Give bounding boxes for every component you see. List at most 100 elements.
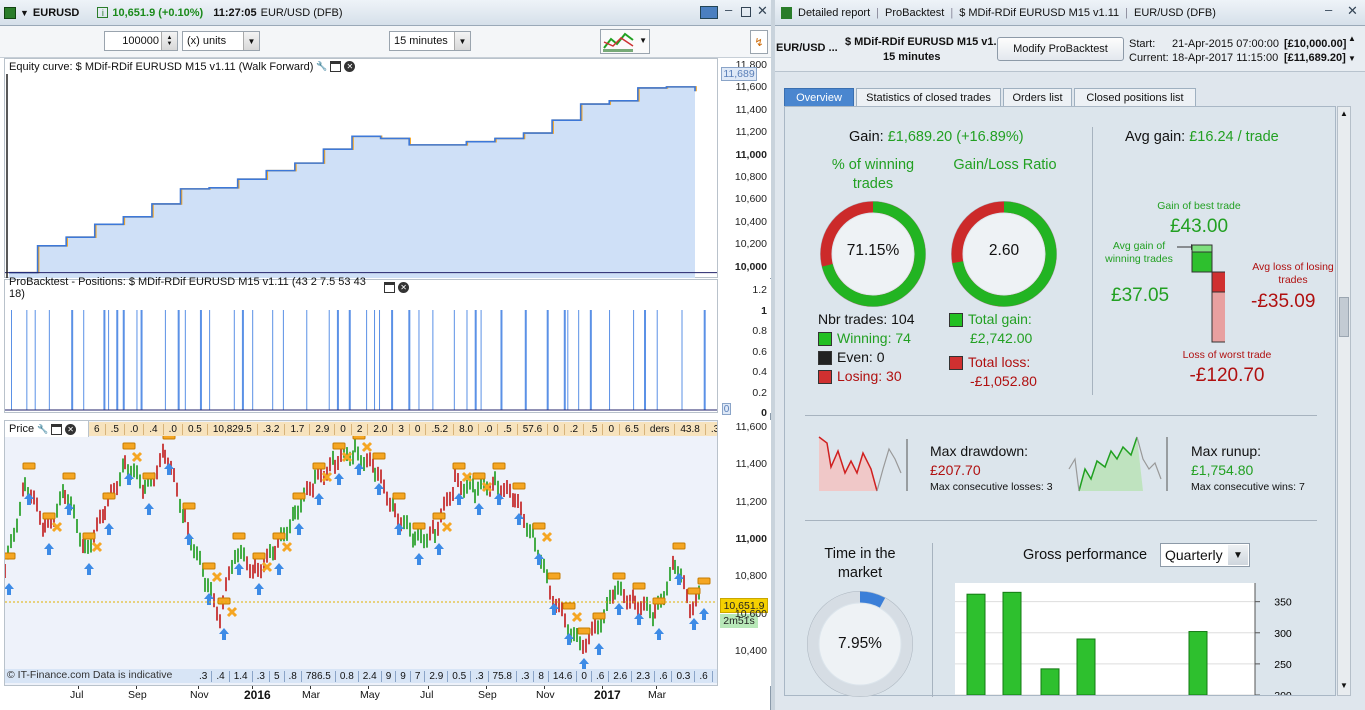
symbol-market: EUR/USD (DFB) xyxy=(260,6,343,19)
close-panel-icon[interactable]: ✕ xyxy=(398,282,409,293)
position-bar xyxy=(500,310,503,410)
units-select[interactable]: (x) units ▼ xyxy=(182,31,260,51)
position-bar xyxy=(453,310,455,410)
tab-statistics[interactable]: Statistics of closed trades xyxy=(856,88,1001,106)
avg-loss-value: -£35.09 xyxy=(1251,291,1316,312)
buy-arrow-icon xyxy=(5,583,14,595)
close-icon[interactable]: ✕ xyxy=(1347,3,1358,19)
scroll-thumb[interactable] xyxy=(1339,297,1349,337)
vertical-scrollbar[interactable]: ▲ ▼ xyxy=(1337,106,1351,696)
axis-tick-label: 1 xyxy=(761,304,767,317)
chevron-down-icon[interactable]: ▼ xyxy=(243,32,259,50)
volume-value: .3 xyxy=(471,670,489,682)
tab-overview[interactable]: Overview xyxy=(784,88,854,106)
buy-arrow-icon xyxy=(44,543,54,555)
position-bar xyxy=(524,310,527,410)
volume-value: 75.8 xyxy=(489,670,517,682)
close-panel-icon[interactable]: ✕ xyxy=(344,61,356,72)
scroll-down-icon[interactable]: ▼ xyxy=(1340,681,1348,690)
window-icon[interactable] xyxy=(330,61,342,72)
axis-tick-label: 10,600 xyxy=(734,193,767,206)
side-panel-toggle-icon[interactable]: ↯ xyxy=(750,30,768,54)
close-icon[interactable]: ✕ xyxy=(757,3,768,19)
report-header: EUR/USD ... $ MDif-RDif EURUSD M15 v1.11… xyxy=(775,26,1365,72)
buy-arrow-icon xyxy=(294,523,304,535)
scroll-up-icon[interactable]: ▲ xyxy=(1348,34,1356,43)
quantity-stepper-icon[interactable]: ▲ ▼ xyxy=(161,32,177,50)
sell-order-marker xyxy=(547,572,561,580)
indicator-tool-button[interactable]: ▼ xyxy=(600,29,650,54)
maximize-icon[interactable] xyxy=(741,7,751,17)
time-axis-label: Mar xyxy=(302,689,321,701)
position-bar xyxy=(282,310,284,410)
window-icon[interactable] xyxy=(384,282,396,293)
quantity-input[interactable]: 100000 ▲ ▼ xyxy=(104,31,178,51)
position-bar xyxy=(241,310,244,410)
title-market: EUR/USD (DFB) xyxy=(1134,6,1216,19)
current-label: Current: xyxy=(1129,52,1169,64)
even-trades: Even: 0 xyxy=(818,349,884,366)
minimize-icon[interactable]: – xyxy=(725,2,732,17)
buy-arrow-icon xyxy=(334,473,344,485)
indicator-value: .3 xyxy=(706,424,717,435)
scroll-down-icon[interactable]: ▼ xyxy=(1348,54,1356,63)
tab-closed-positions[interactable]: Closed positions list xyxy=(1074,88,1196,106)
sell-order-marker xyxy=(202,562,216,570)
window-icon[interactable] xyxy=(51,423,63,435)
minimize-icon[interactable]: – xyxy=(1325,2,1332,17)
time-axis-label: Nov xyxy=(536,689,555,701)
wrench-icon[interactable]: 🔧 xyxy=(37,424,48,435)
sell-order-marker xyxy=(5,552,16,560)
sell-order-marker xyxy=(672,542,686,550)
gain-loss-value: 2.60 xyxy=(988,242,1020,259)
gross-bar xyxy=(1076,638,1096,695)
timeframe-select[interactable]: 15 minutes ▼ xyxy=(389,31,471,51)
time-axis-tick xyxy=(602,686,603,689)
divider xyxy=(805,415,1317,416)
volume-value: .3 xyxy=(517,670,535,682)
position-bar xyxy=(348,310,351,410)
modify-probacktest-button[interactable]: Modify ProBacktest xyxy=(997,37,1124,61)
price-panel-title: Price xyxy=(9,423,35,435)
dropdown-arrow-icon[interactable]: ▼ xyxy=(20,8,29,18)
buy-arrow-icon xyxy=(689,618,699,630)
position-bar xyxy=(48,310,50,410)
buy-arrow-icon xyxy=(164,463,174,475)
volume-value: 0.3 xyxy=(672,670,696,682)
scroll-up-icon[interactable]: ▲ xyxy=(1340,109,1348,118)
wrench-icon[interactable]: 🔧 xyxy=(316,61,327,72)
tab-orders-list[interactable]: Orders list xyxy=(1003,88,1072,106)
position-bar xyxy=(108,310,110,410)
period-select[interactable]: Quarterly ▼ xyxy=(1160,543,1250,567)
losing-trades: Losing: 30 xyxy=(818,368,902,385)
positions-axis: 1.2 1 0.8 0.6 0.4 0.2 0 0 xyxy=(718,279,771,419)
sell-order-marker xyxy=(577,627,591,635)
close-panel-icon[interactable]: ✕ xyxy=(65,423,77,435)
volume-value: .8 xyxy=(285,670,302,682)
winning-color-swatch xyxy=(818,332,832,347)
chevron-down-icon[interactable]: ▼ xyxy=(639,36,647,45)
info-icon[interactable]: i xyxy=(97,7,109,18)
keyboard-icon[interactable] xyxy=(700,6,718,19)
chevron-down-icon[interactable]: ▼ xyxy=(1228,545,1248,565)
loss-color-swatch xyxy=(949,356,963,371)
total-loss-value: -£1,052.80 xyxy=(970,373,1037,389)
equity-panel: Equity curve: $ MDif-RDif EURUSD M15 v1.… xyxy=(4,58,718,278)
time-axis-tick xyxy=(486,686,487,689)
volume-value: .4 xyxy=(212,670,230,682)
position-bar xyxy=(633,310,635,410)
sell-order-marker xyxy=(512,482,526,490)
chevron-down-icon[interactable]: ▼ xyxy=(454,32,470,50)
indicator-value: .3.2 xyxy=(258,423,286,435)
volume-value: 2.4 xyxy=(359,670,382,682)
current-capital: [£11,689.20] xyxy=(1284,52,1346,64)
indicator-value: .5 xyxy=(498,423,518,435)
sell-order-marker xyxy=(22,462,36,470)
volume-value: .3 xyxy=(253,670,270,682)
buy-arrow-icon xyxy=(549,603,559,615)
sell-order-marker xyxy=(272,532,286,540)
overview-content: Gain: £1,689.20 (+16.89%) % of winning t… xyxy=(784,106,1336,697)
position-bar xyxy=(164,310,166,410)
axis-tick-label: 10,800 xyxy=(734,570,767,583)
exit-cross-icon xyxy=(131,451,143,463)
